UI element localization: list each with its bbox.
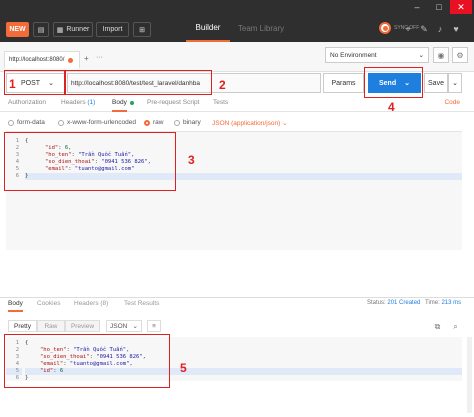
body-indicator-dot: [130, 101, 134, 105]
copy-icon[interactable]: ⧉: [433, 322, 442, 331]
save-button[interactable]: Save: [424, 73, 448, 93]
radio-icon: [8, 119, 14, 126]
chevron-down-icon: ⌄: [418, 52, 424, 59]
minimize-icon[interactable]: –: [406, 0, 428, 14]
response-time: Time: 213 ms: [425, 300, 461, 306]
params-button[interactable]: Params: [323, 73, 364, 93]
response-tab-headers[interactable]: Headers (8): [74, 300, 108, 307]
eye-icon[interactable]: ◉: [433, 47, 449, 63]
notification-bell-icon[interactable]: ♪: [435, 24, 445, 34]
chevron-down-icon: ⌄: [282, 120, 288, 127]
environment-label: No Environment: [330, 51, 377, 59]
layout-toggle-icon[interactable]: ▤: [33, 22, 49, 37]
format-raw-button[interactable]: Raw: [37, 320, 65, 332]
status-label: Status:: [367, 300, 386, 306]
wrap-lines-icon[interactable]: ≡: [147, 320, 161, 332]
new-window-icon[interactable]: ⊞: [133, 22, 151, 37]
new-button[interactable]: NEW: [6, 22, 29, 37]
tab-headers-label: Headers: [61, 99, 86, 106]
more-tabs-button[interactable]: ···: [96, 54, 103, 61]
tab-builder[interactable]: Builder: [186, 14, 230, 42]
close-icon[interactable]: ✕: [450, 0, 472, 14]
radio-binary[interactable]: binary: [174, 119, 201, 126]
annotation-number-4: 4: [388, 100, 395, 114]
headers-count: (1): [87, 99, 96, 106]
response-divider: [0, 297, 474, 298]
response-tab-body[interactable]: Body: [8, 300, 23, 312]
time-label: Time:: [425, 300, 440, 306]
maximize-icon[interactable]: □: [428, 0, 450, 14]
response-tab-cookies[interactable]: Cookies: [37, 300, 60, 307]
format-select-label: JSON: [110, 322, 128, 330]
import-button[interactable]: Import: [96, 22, 129, 37]
annotation-box-request-body: [4, 132, 176, 191]
annotation-box-send: [364, 67, 423, 98]
unsaved-dot-icon: [68, 57, 74, 63]
runner-label: Runner: [66, 26, 90, 33]
satellite-icon[interactable]: ⌖: [403, 24, 413, 34]
format-select[interactable]: JSON ⌄: [106, 320, 142, 332]
code-link[interactable]: Code: [444, 99, 460, 106]
response-headers-count: (8): [100, 300, 109, 307]
response-scrollbar[interactable]: [467, 337, 472, 413]
annotation-number-5: 5: [180, 361, 187, 375]
radio-urlencoded[interactable]: x-www-form-urlencoded: [58, 119, 136, 126]
radio-icon: [144, 119, 150, 126]
radio-icon: [58, 119, 64, 126]
save-dropdown-icon[interactable]: ⌄: [448, 73, 462, 93]
tab-headers[interactable]: Headers (1): [61, 99, 95, 112]
radio-form-data[interactable]: form-data: [8, 119, 45, 126]
response-headers-label: Headers: [74, 300, 99, 307]
search-icon[interactable]: ⌕: [451, 322, 460, 331]
radio-raw[interactable]: raw: [144, 119, 163, 126]
response-tab-test-results[interactable]: Test Results: [124, 300, 159, 307]
radio-icon: [174, 119, 180, 126]
radio-label: binary: [183, 119, 201, 126]
heart-icon[interactable]: ♥: [451, 24, 461, 34]
runner-button[interactable]: ▦ Runner: [53, 22, 93, 37]
annotation-number-3: 3: [188, 153, 195, 167]
radio-label: raw: [153, 119, 164, 126]
request-tab[interactable]: http://localhost:8080/: [4, 51, 80, 68]
tab-team-library[interactable]: Team Library: [232, 14, 290, 42]
tab-body[interactable]: Body: [112, 99, 127, 112]
gear-icon[interactable]: ⚙: [452, 47, 468, 63]
format-preview-button[interactable]: Preview: [65, 320, 100, 332]
annotation-box-response: [4, 334, 170, 388]
tab-pre-request-script[interactable]: Pre-request Script: [147, 99, 199, 112]
sync-icon: [379, 22, 391, 34]
status-value: 201 Created: [387, 300, 421, 306]
annotation-box-url: [65, 70, 212, 95]
tab-tests[interactable]: Tests: [213, 99, 228, 112]
wrench-icon[interactable]: ✎: [419, 24, 429, 34]
sync-status[interactable]: SYNC OFF: [379, 22, 419, 34]
environment-select[interactable]: No Environment ⌄: [325, 47, 429, 63]
content-type-label: JSON (application/json): [212, 120, 281, 127]
content-type-select[interactable]: JSON (application/json) ⌄: [212, 119, 288, 127]
annotation-number-1: 1: [9, 77, 16, 91]
format-pretty-button[interactable]: Pretty: [8, 320, 37, 332]
response-status: Status: 201 Created: [367, 300, 420, 306]
request-tab-label: http://localhost:8080/: [9, 57, 65, 63]
radio-label: form-data: [17, 119, 45, 126]
time-value: 213 ms: [441, 300, 462, 306]
add-tab-button[interactable]: +: [84, 54, 89, 63]
radio-label: x-www-form-urlencoded: [67, 119, 136, 126]
window-controls: – □ ✕: [406, 0, 472, 14]
runner-icon: ▦: [56, 26, 64, 34]
annotation-number-2: 2: [219, 78, 226, 92]
tab-authorization[interactable]: Authorization: [8, 99, 46, 112]
chevron-down-icon: ⌄: [132, 323, 138, 330]
